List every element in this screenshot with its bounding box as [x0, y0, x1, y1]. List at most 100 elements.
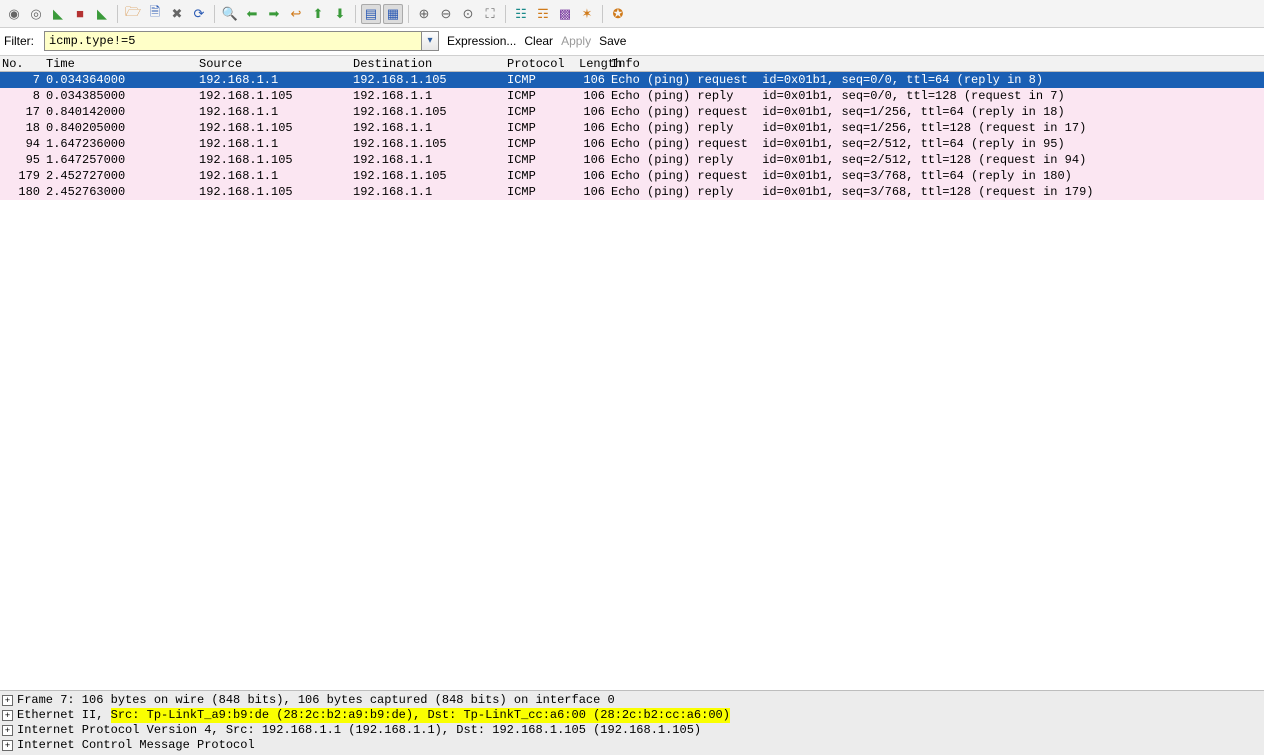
- cell-protocol: ICMP: [507, 120, 579, 136]
- cell-info: Echo (ping) reply id=0x01b1, seq=3/768, …: [611, 184, 1264, 200]
- detail-ip-text: Internet Protocol Version 4, Src: 192.16…: [17, 723, 701, 738]
- capture-start-icon[interactable]: ◣: [48, 4, 68, 24]
- cell-info: Echo (ping) reply id=0x01b1, seq=0/0, tt…: [611, 88, 1264, 104]
- file-close-icon[interactable]: ✖: [167, 4, 187, 24]
- go-forward-icon[interactable]: ➡: [264, 4, 284, 24]
- table-row[interactable]: 941.647236000192.168.1.1192.168.1.105ICM…: [0, 136, 1264, 152]
- cell-source: 192.168.1.105: [199, 120, 353, 136]
- cell-info: Echo (ping) request id=0x01b1, seq=0/0, …: [611, 72, 1264, 88]
- col-header-time[interactable]: Time: [46, 56, 199, 71]
- col-header-proto[interactable]: Protocol: [507, 56, 579, 71]
- help-icon[interactable]: ✪: [608, 4, 628, 24]
- cell-no: 18: [0, 120, 46, 136]
- table-row[interactable]: 951.647257000192.168.1.105192.168.1.1ICM…: [0, 152, 1264, 168]
- table-row[interactable]: 170.840142000192.168.1.1192.168.1.105ICM…: [0, 104, 1264, 120]
- file-save-icon[interactable]: 🗎: [145, 4, 165, 24]
- cell-no: 7: [0, 72, 46, 88]
- cell-time: 1.647236000: [46, 136, 199, 152]
- cell-no: 95: [0, 152, 46, 168]
- cell-length: 106: [579, 120, 611, 136]
- reload-icon[interactable]: ⟳: [189, 4, 209, 24]
- cell-destination: 192.168.1.105: [353, 104, 507, 120]
- display-filters-icon[interactable]: ☶: [533, 4, 553, 24]
- filter-input[interactable]: [44, 31, 421, 51]
- file-open-icon[interactable]: 🗁: [123, 4, 143, 24]
- capture-interfaces-icon[interactable]: ◉: [4, 4, 24, 24]
- capture-restart-icon[interactable]: ◣: [92, 4, 112, 24]
- cell-length: 106: [579, 184, 611, 200]
- detail-ip[interactable]: + Internet Protocol Version 4, Src: 192.…: [0, 723, 1264, 738]
- resize-columns-icon[interactable]: ⛶: [480, 4, 500, 24]
- cell-protocol: ICMP: [507, 104, 579, 120]
- detail-ethernet[interactable]: + Ethernet II, Src: Tp-LinkT_a9:b9:de (2…: [0, 708, 1264, 723]
- col-header-info[interactable]: Info: [611, 56, 1264, 71]
- cell-protocol: ICMP: [507, 72, 579, 88]
- cell-time: 0.840205000: [46, 120, 199, 136]
- find-icon[interactable]: 🔍: [220, 4, 240, 24]
- go-last-icon[interactable]: ⬇: [330, 4, 350, 24]
- cell-source: 192.168.1.1: [199, 104, 353, 120]
- main-toolbar: ◉◎◣■◣🗁🗎✖⟳🔍⬅➡↩⬆⬇▤▦⊕⊖⊙⛶☷☶▩✶✪: [0, 0, 1264, 28]
- detail-eth-highlight: Src: Tp-LinkT_a9:b9:de (28:2c:b2:a9:b9:d…: [111, 708, 730, 723]
- go-first-icon[interactable]: ⬆: [308, 4, 328, 24]
- clear-button[interactable]: Clear: [524, 34, 553, 48]
- auto-scroll-icon[interactable]: ▦: [383, 4, 403, 24]
- cell-info: Echo (ping) request id=0x01b1, seq=2/512…: [611, 136, 1264, 152]
- cell-source: 192.168.1.1: [199, 72, 353, 88]
- cell-time: 0.034385000: [46, 88, 199, 104]
- apply-button[interactable]: Apply: [561, 34, 591, 48]
- cell-no: 94: [0, 136, 46, 152]
- coloring-rules-icon[interactable]: ▩: [555, 4, 575, 24]
- cell-destination: 192.168.1.105: [353, 136, 507, 152]
- expand-icon[interactable]: +: [2, 740, 13, 751]
- table-row[interactable]: 80.034385000192.168.1.105192.168.1.1ICMP…: [0, 88, 1264, 104]
- cell-protocol: ICMP: [507, 88, 579, 104]
- colorize-icon[interactable]: ▤: [361, 4, 381, 24]
- table-row[interactable]: 180.840205000192.168.1.105192.168.1.1ICM…: [0, 120, 1264, 136]
- detail-icmp[interactable]: + Internet Control Message Protocol: [0, 738, 1264, 753]
- zoom-reset-icon[interactable]: ⊙: [458, 4, 478, 24]
- capture-stop-icon[interactable]: ■: [70, 4, 90, 24]
- col-header-no[interactable]: No.: [0, 56, 46, 71]
- cell-destination: 192.168.1.1: [353, 152, 507, 168]
- cell-time: 2.452727000: [46, 168, 199, 184]
- preferences-icon[interactable]: ✶: [577, 4, 597, 24]
- capture-filters-icon[interactable]: ☷: [511, 4, 531, 24]
- go-back-icon[interactable]: ⬅: [242, 4, 262, 24]
- cell-no: 180: [0, 184, 46, 200]
- cell-no: 8: [0, 88, 46, 104]
- filter-dropdown-icon[interactable]: ▾: [421, 31, 439, 51]
- packet-details[interactable]: + Frame 7: 106 bytes on wire (848 bits),…: [0, 690, 1264, 755]
- detail-frame[interactable]: + Frame 7: 106 bytes on wire (848 bits),…: [0, 693, 1264, 708]
- capture-options-icon[interactable]: ◎: [26, 4, 46, 24]
- cell-time: 1.647257000: [46, 152, 199, 168]
- expand-icon[interactable]: +: [2, 725, 13, 736]
- expression-button[interactable]: Expression...: [447, 34, 516, 48]
- expand-icon[interactable]: +: [2, 695, 13, 706]
- packet-list[interactable]: 70.034364000192.168.1.1192.168.1.105ICMP…: [0, 72, 1264, 690]
- cell-destination: 192.168.1.1: [353, 88, 507, 104]
- go-jump-icon[interactable]: ↩: [286, 4, 306, 24]
- toolbar-separator: [505, 5, 506, 23]
- cell-source: 192.168.1.105: [199, 184, 353, 200]
- col-header-length[interactable]: Length: [579, 56, 611, 71]
- table-row[interactable]: 1792.452727000192.168.1.1192.168.1.105IC…: [0, 168, 1264, 184]
- cell-protocol: ICMP: [507, 136, 579, 152]
- cell-length: 106: [579, 168, 611, 184]
- cell-length: 106: [579, 72, 611, 88]
- zoom-out-icon[interactable]: ⊖: [436, 4, 456, 24]
- detail-frame-text: Frame 7: 106 bytes on wire (848 bits), 1…: [17, 693, 615, 708]
- table-row[interactable]: 1802.452763000192.168.1.105192.168.1.1IC…: [0, 184, 1264, 200]
- toolbar-separator: [408, 5, 409, 23]
- filter-label: Filter:: [4, 34, 34, 48]
- save-button[interactable]: Save: [599, 34, 626, 48]
- cell-info: Echo (ping) request id=0x01b1, seq=1/256…: [611, 104, 1264, 120]
- toolbar-separator: [214, 5, 215, 23]
- col-header-dest[interactable]: Destination: [353, 56, 507, 71]
- col-header-source[interactable]: Source: [199, 56, 353, 71]
- cell-length: 106: [579, 104, 611, 120]
- cell-length: 106: [579, 136, 611, 152]
- zoom-in-icon[interactable]: ⊕: [414, 4, 434, 24]
- expand-icon[interactable]: +: [2, 710, 13, 721]
- table-row[interactable]: 70.034364000192.168.1.1192.168.1.105ICMP…: [0, 72, 1264, 88]
